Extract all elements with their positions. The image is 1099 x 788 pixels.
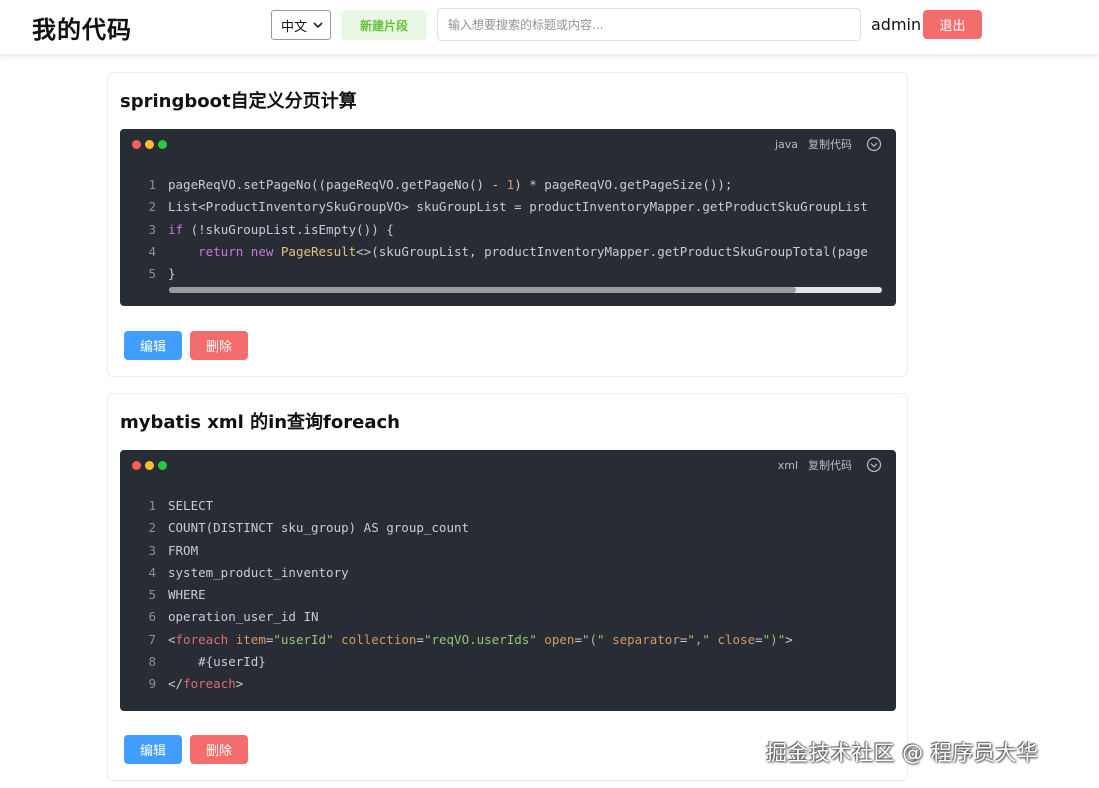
code-text: List<ProductInventorySkuGroupVO> skuGrou… xyxy=(168,199,868,215)
copy-code-button[interactable]: 复制代码 xyxy=(808,136,852,152)
code-line: 1 pageReqVO.setPageNo((pageReqVO.getPageN… xyxy=(120,174,882,196)
code-text: return new PageResult<>(skuGroupList, pr… xyxy=(198,243,868,259)
code-line: 4 return new PageResult<>(skuGroupList, … xyxy=(120,241,882,263)
red-dot-icon xyxy=(132,461,141,470)
watermark: 掘金技术社区 @ 程序员大华 xyxy=(766,741,1039,765)
code-text: if (!skuGroupList.isEmpty()) { xyxy=(168,221,394,237)
code-lines: 1 SELECT 2 COUNT(DISTINCT sku_group) AS gr… xyxy=(120,495,882,696)
line-number: 4 xyxy=(148,564,156,580)
line-number: 6 xyxy=(148,609,156,625)
collapse-icon[interactable] xyxy=(866,457,882,473)
code-line: 3 FROM xyxy=(120,540,882,562)
username: admin xyxy=(871,15,922,34)
code-toolbar: java 复制代码 xyxy=(775,136,882,152)
line-number: 2 xyxy=(148,199,156,215)
line-number: 9 xyxy=(148,676,156,692)
line-number: 5 xyxy=(148,587,156,603)
line-number: 4 xyxy=(148,243,156,259)
code-lines: 1 pageReqVO.setPageNo((pageReqVO.getPageN… xyxy=(120,174,882,285)
collapse-icon[interactable] xyxy=(866,136,882,152)
code-line: 7 <foreach item="userId" collection="reqV… xyxy=(120,629,882,651)
line-number: 3 xyxy=(148,221,156,237)
code-line: 1 SELECT xyxy=(120,495,882,517)
code-text: operation_user_id IN xyxy=(168,609,319,625)
edit-button[interactable]: 编辑 xyxy=(124,735,182,764)
language-select-value: 中文 xyxy=(281,19,308,35)
delete-button[interactable]: 删除 xyxy=(190,331,248,360)
green-dot-icon xyxy=(158,140,167,149)
window-dots xyxy=(132,461,167,470)
line-number: 1 xyxy=(148,498,156,513)
logout-button[interactable]: 退出 xyxy=(923,10,982,39)
code-block: java 复制代码 1 pageReqVO.setPageNo((pageReqV… xyxy=(120,129,896,306)
code-language: java xyxy=(774,137,798,151)
code-text: } xyxy=(168,266,176,282)
card-actions: 编辑 删除 xyxy=(124,735,248,764)
snippet-card: springboot自定义分页计算 java 复制代码 1 pageReqVO.s… xyxy=(107,72,908,377)
code-text: <foreach item="userId" collection="reqVO… xyxy=(168,631,793,647)
snippet-title: mybatis xml 的in查询foreach xyxy=(120,412,400,433)
code-block: xml 复制代码 1 SELECT 2 COUNT(DISTINCT sku_gro… xyxy=(120,450,896,711)
new-snippet-button[interactable]: 新建片段 xyxy=(341,10,427,40)
code-line: 5} xyxy=(120,263,882,285)
code-text: COUNT(DISTINCT sku_group) AS group_count xyxy=(168,520,470,536)
line-number: 8 xyxy=(148,654,156,670)
code-line: 2 List<ProductInventorySkuGroupVO> skuGro… xyxy=(120,196,882,218)
horizontal-scrollbar[interactable] xyxy=(169,287,882,293)
line-number: 7 xyxy=(148,631,156,647)
yellow-dot-icon xyxy=(145,461,154,470)
red-dot-icon xyxy=(132,140,141,149)
code-line: 9 </foreach> xyxy=(120,673,882,695)
yellow-dot-icon xyxy=(145,140,154,149)
copy-code-button[interactable]: 复制代码 xyxy=(808,457,852,473)
code-line: 6 operation_user_id IN xyxy=(120,606,882,628)
code-line: 4 system_product_inventory xyxy=(120,562,882,584)
code-text: </foreach> xyxy=(168,676,244,692)
delete-button[interactable]: 删除 xyxy=(190,735,248,764)
code-text: SELECT xyxy=(168,498,214,513)
window-dots xyxy=(132,140,167,149)
snippet-title: springboot自定义分页计算 xyxy=(120,91,357,112)
code-line: 3 if (!skuGroupList.isEmpty()) { xyxy=(120,219,882,241)
line-number: 3 xyxy=(148,542,156,558)
code-line: 8 #{userId} xyxy=(120,651,882,673)
code-text: pageReqVO.setPageNo((pageReqVO.getPageNo… xyxy=(168,177,733,192)
language-select[interactable]: 中文 xyxy=(271,10,331,40)
code-text: WHERE xyxy=(168,587,206,603)
code-line: 5 WHERE xyxy=(120,584,882,606)
code-text: #{userId} xyxy=(168,654,266,670)
line-number: 5 xyxy=(148,266,156,282)
card-actions: 编辑 删除 xyxy=(124,331,248,360)
search-input[interactable] xyxy=(437,8,861,41)
code-toolbar: xml 复制代码 xyxy=(778,457,882,473)
line-number: 1 xyxy=(148,177,156,192)
snippet-card: mybatis xml 的in查询foreach xml 复制代码 1 SELEC… xyxy=(107,393,908,781)
code-text: FROM xyxy=(168,542,199,558)
scrollbar-thumb[interactable] xyxy=(169,287,797,293)
code-text: system_product_inventory xyxy=(168,564,349,580)
top-header: 我的代码 中文 新建片段 admin 退出 xyxy=(0,0,1099,54)
line-number: 2 xyxy=(148,520,156,536)
green-dot-icon xyxy=(158,461,167,470)
chevron-down-icon xyxy=(313,22,323,29)
code-line: 2 COUNT(DISTINCT sku_group) AS group_coun… xyxy=(120,517,882,539)
app-title: 我的代码 xyxy=(32,16,132,44)
code-language: xml xyxy=(777,458,798,472)
edit-button[interactable]: 编辑 xyxy=(124,331,182,360)
